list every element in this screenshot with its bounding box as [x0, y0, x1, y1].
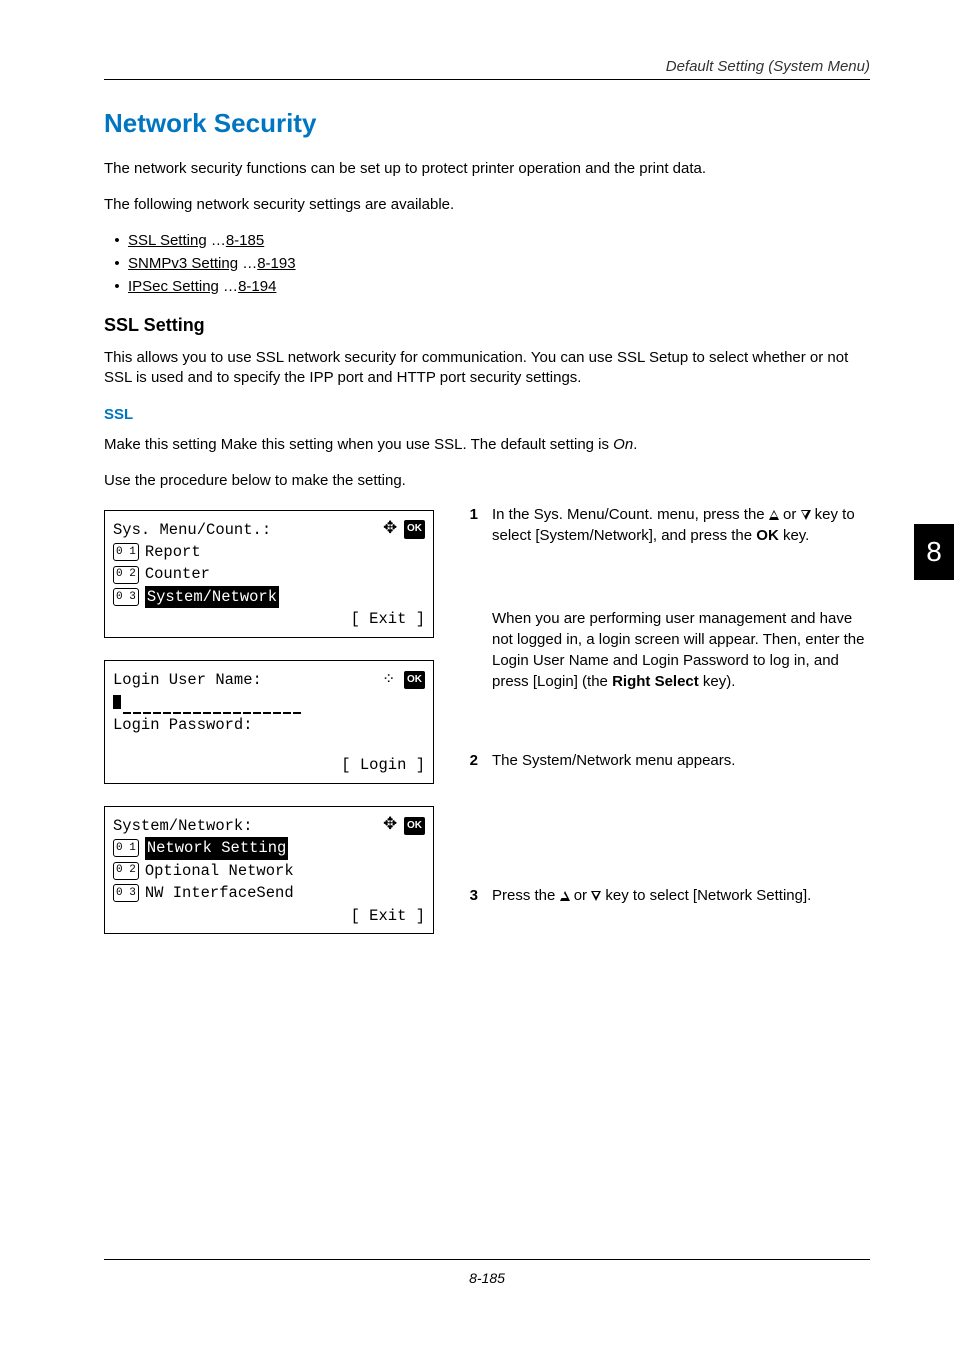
step-3: 3 Press the or key to select [Network Se…	[460, 885, 870, 906]
item-number: 0 2	[113, 862, 139, 880]
header-rule	[104, 79, 870, 80]
footer-rule	[104, 1259, 870, 1260]
ssl-paragraph-1: Make this setting Make this setting when…	[104, 435, 870, 455]
ssl-setting-heading: SSL Setting	[104, 315, 870, 336]
page-footer: 8-185	[104, 1259, 870, 1286]
list-item: SNMPv3 Setting …8-193	[128, 255, 870, 272]
page-ref[interactable]: 8-185	[226, 232, 264, 249]
list-item: IPSec Setting …8-194	[128, 278, 870, 295]
up-arrow-icon	[560, 891, 570, 901]
menu-item-report: Report	[145, 541, 201, 563]
page-ref[interactable]: 8-193	[257, 255, 295, 272]
lcd-login: Login User Name: OK Login Password: [ Lo…	[104, 660, 434, 784]
list-item: SSL Setting …8-185	[128, 232, 870, 249]
lcd-system-network: System/Network: OK 0 1 Network Setting 0 …	[104, 806, 434, 934]
login-username-input	[113, 691, 303, 713]
nav-arrows-icon	[384, 523, 398, 537]
lcd-sys-menu: Sys. Menu/Count.: OK 0 1 Report 0 2 Counte…	[104, 510, 434, 638]
item-number: 0 3	[113, 884, 139, 902]
settings-list: SSL Setting …8-185 SNMPv3 Setting …8-193…	[104, 232, 870, 295]
menu-item-counter: Counter	[145, 563, 210, 585]
intro-paragraph-1: The network security functions can be se…	[104, 159, 870, 179]
down-arrow-icon	[591, 891, 601, 901]
menu-item-optional-network: Optional Network	[145, 860, 294, 882]
item-number: 0 2	[113, 566, 139, 584]
item-number: 0 3	[113, 588, 139, 606]
breadcrumb: Default Setting (System Menu)	[104, 58, 870, 75]
softkey-exit: [ Exit ]	[351, 608, 425, 630]
page-ref[interactable]: 8-194	[238, 278, 276, 295]
softkey-login: [ Login ]	[341, 754, 425, 776]
up-arrow-icon	[769, 510, 779, 520]
down-arrow-icon	[801, 510, 811, 520]
step-number: 2	[460, 750, 478, 771]
menu-item-nw-interfacesend: NW InterfaceSend	[145, 882, 294, 904]
ssl-setting-paragraph: This allows you to use SSL network secur…	[104, 348, 870, 389]
step-1: 1 In the Sys. Menu/Count. menu, press th…	[460, 504, 870, 546]
menu-item-system-network-selected: System/Network	[145, 586, 279, 608]
login-password-label: Login Password:	[113, 714, 253, 736]
link-snmpv3-setting[interactable]: SNMPv3 Setting	[128, 255, 238, 272]
step-number: 3	[460, 885, 478, 906]
ok-icon: OK	[404, 671, 425, 690]
link-ssl-setting[interactable]: SSL Setting	[128, 232, 207, 249]
page-title: Network Security	[104, 108, 870, 139]
item-number: 0 1	[113, 543, 139, 561]
link-ipsec-setting[interactable]: IPSec Setting	[128, 278, 219, 295]
item-number: 0 1	[113, 839, 139, 857]
menu-item-network-setting-selected: Network Setting	[145, 837, 289, 859]
nav-arrows-icon	[384, 819, 398, 833]
chapter-tab: 8	[914, 524, 954, 580]
softkey-exit: [ Exit ]	[351, 905, 425, 927]
ssl-heading: SSL	[104, 406, 870, 423]
page-number: 8-185	[104, 1270, 870, 1286]
intro-paragraph-2: The following network security settings …	[104, 195, 870, 215]
step-1-note: When you are performing user management …	[460, 608, 870, 692]
ok-icon: OK	[404, 817, 425, 836]
lcd-title: Sys. Menu/Count.:	[113, 519, 271, 541]
ssl-paragraph-2: Use the procedure below to make the sett…	[104, 471, 870, 491]
lcd-title: System/Network:	[113, 815, 253, 837]
ok-icon: OK	[404, 520, 425, 539]
lcd-title: Login User Name:	[113, 669, 262, 691]
step-number: 1	[460, 504, 478, 546]
step-2: 2 The System/Network menu appears.	[460, 750, 870, 771]
nav-dots-icon	[382, 673, 398, 687]
